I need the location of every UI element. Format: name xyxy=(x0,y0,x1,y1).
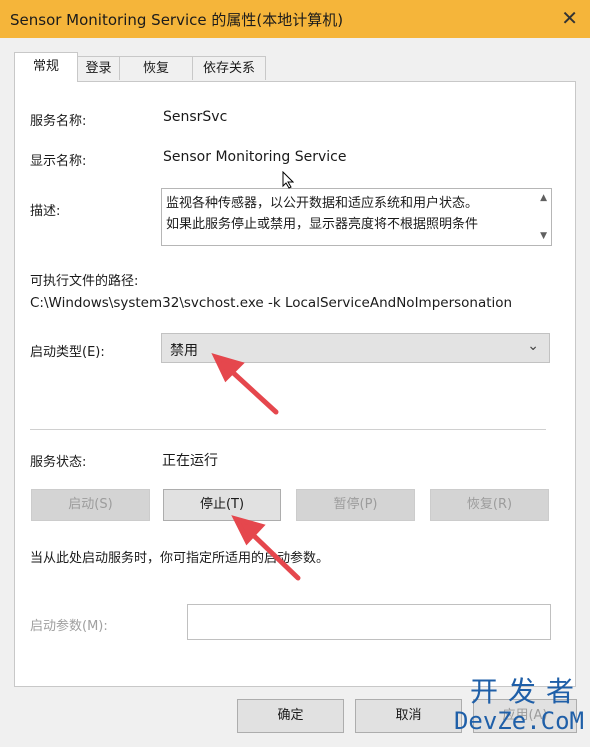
watermark-line2: DevZe.CoM xyxy=(453,707,584,735)
watermark-line1: 开发者 xyxy=(469,675,584,708)
arrow-to-stop-button xyxy=(246,528,301,581)
annotation-arrows xyxy=(211,353,301,581)
watermark: 开发者 DevZe.CoM xyxy=(453,675,584,735)
mouse-cursor-icon xyxy=(282,171,294,189)
arrow-to-startup-type xyxy=(225,365,279,415)
tab-general[interactable]: 常规 xyxy=(14,52,78,82)
